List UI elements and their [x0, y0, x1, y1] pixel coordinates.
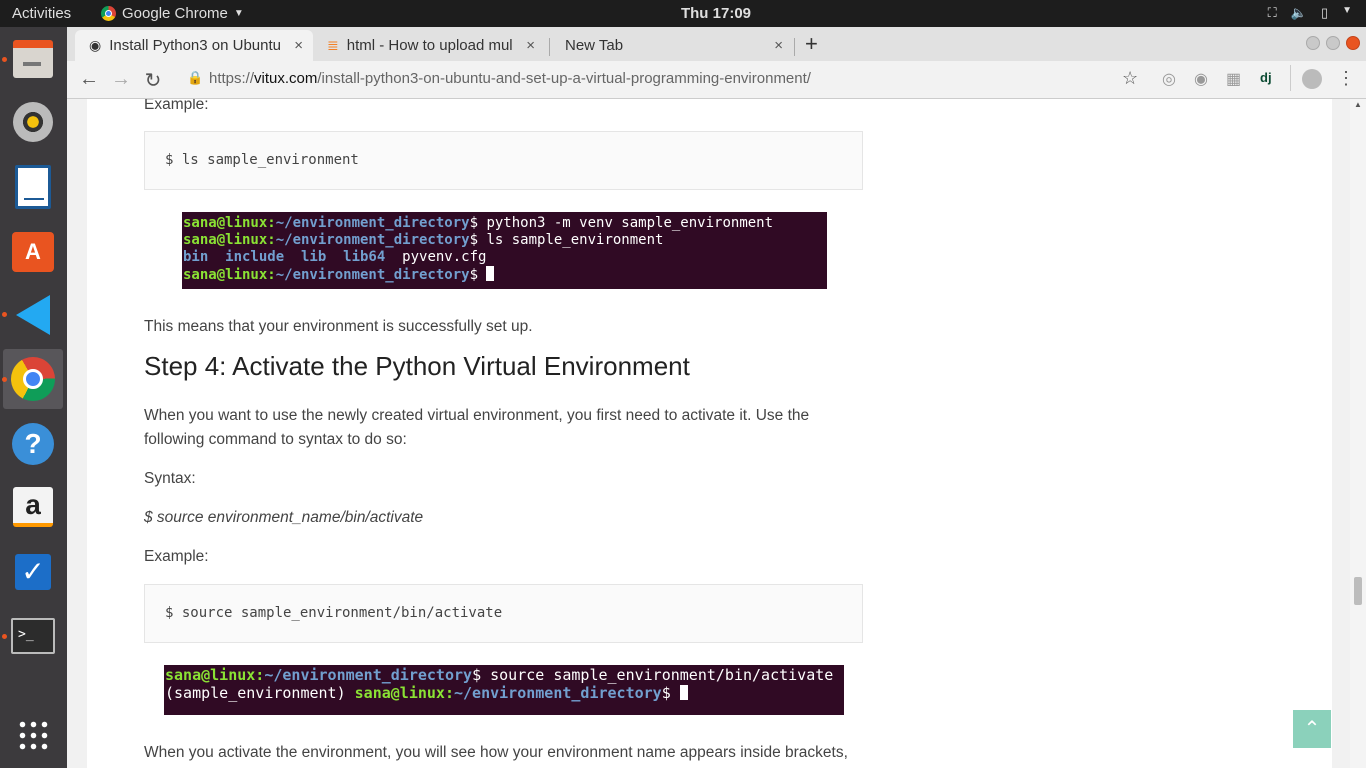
close-icon[interactable]: ×: [774, 37, 783, 54]
dock-chrome[interactable]: [3, 349, 63, 409]
url-scheme: https://: [209, 70, 255, 87]
new-tab-button[interactable]: +: [805, 31, 818, 57]
tab-title: Install Python3 on Ubuntu: [109, 37, 282, 54]
dock-terminal[interactable]: >_: [8, 611, 58, 661]
maximize-button[interactable]: [1326, 36, 1340, 50]
success-text: This means that your environment is succ…: [144, 318, 533, 335]
globe-icon: ◉: [89, 37, 102, 53]
software-center-icon: A: [12, 232, 54, 272]
running-indicator: [2, 57, 7, 62]
dock-software[interactable]: A: [8, 227, 58, 277]
syntax-label: Syntax:: [144, 470, 196, 487]
tab-divider: [794, 38, 795, 56]
volume-icon: 🔈: [1290, 5, 1307, 20]
todo-icon: ✓: [15, 554, 51, 590]
rhythmbox-icon: [13, 102, 53, 142]
dock-writer[interactable]: [8, 162, 58, 212]
reload-icon[interactable]: ↻: [141, 68, 165, 93]
scrollbar-thumb[interactable]: [1354, 577, 1362, 605]
file-cabinet-icon: [13, 40, 53, 78]
dock: A ? a ✓ >_: [0, 27, 67, 768]
extension-icon[interactable]: ▦: [1226, 69, 1241, 89]
running-indicator: [2, 634, 7, 639]
syntax-text: $ source environment_name/bin/activate: [144, 509, 424, 526]
tab-html-upload[interactable]: ≣ html - How to upload mul ×: [319, 30, 545, 61]
dock-help[interactable]: ?: [8, 419, 58, 469]
example-label: Example:: [144, 548, 209, 565]
extension-icon[interactable]: ◉: [1194, 69, 1208, 89]
url-host: vitux.com: [254, 70, 318, 87]
battery-icon: ▯: [1320, 5, 1329, 20]
dock-amazon[interactable]: a: [8, 482, 58, 532]
profile-avatar-icon[interactable]: [1302, 69, 1322, 89]
close-icon[interactable]: ×: [294, 37, 303, 54]
toolbar-divider: [1290, 65, 1291, 91]
chrome-icon: [11, 357, 55, 401]
vscode-icon: [16, 295, 50, 335]
network-icon: ⛶: [1267, 5, 1277, 20]
terminal-screenshot: sana@linux:~/environment_directory$ pyth…: [182, 212, 827, 289]
code-block: $ ls sample_environment: [144, 131, 863, 190]
app-grid-icon: [17, 719, 49, 751]
star-bookmark-icon[interactable]: ☆: [1122, 68, 1138, 89]
running-indicator: [2, 377, 7, 382]
django-extension-icon[interactable]: dj: [1260, 70, 1272, 85]
code-block: $ source sample_environment/bin/activate: [144, 584, 863, 643]
dock-rhythmbox[interactable]: [8, 97, 58, 147]
scrollbar[interactable]: ▲: [1350, 99, 1366, 768]
step4-intro: When you want to use the newly created v…: [144, 407, 810, 448]
forward-arrow-icon[interactable]: →: [109, 68, 133, 91]
tab-divider: [549, 38, 550, 56]
dock-show-apps[interactable]: [8, 710, 58, 760]
tab-title: New Tab: [565, 37, 624, 54]
dock-files[interactable]: [8, 34, 58, 84]
url-path: /install-python3-on-ubuntu-and-set-up-a-…: [317, 70, 811, 87]
clock[interactable]: Thu 17:09: [0, 5, 1366, 22]
article-column: Example: $ ls sample_environment sana@li…: [87, 99, 1332, 768]
web-page: Example: $ ls sample_environment sana@li…: [67, 99, 1350, 768]
amazon-icon: a: [13, 487, 53, 527]
tab-strip: ◉ Install Python3 on Ubuntu × ≣ html - H…: [67, 27, 1366, 61]
tab-title: html - How to upload mul: [346, 37, 513, 54]
dock-todo[interactable]: ✓: [8, 547, 58, 597]
chevron-down-icon: ▼: [1342, 5, 1352, 16]
running-indicator: [2, 312, 7, 317]
terminal-screenshot: sana@linux:~/environment_directory$ sour…: [164, 665, 844, 715]
extension-icon[interactable]: ◎: [1162, 69, 1176, 89]
system-top-bar: Activities Google Chrome ▼ Thu 17:09 ⛶ 🔈…: [0, 0, 1366, 27]
example-label: Example:: [144, 99, 209, 113]
tab-new-tab[interactable]: New Tab ×: [555, 30, 793, 61]
browser-toolbar: ← → ↻ 🔒 https://vitux.com/install-python…: [67, 61, 1366, 99]
dock-vscode[interactable]: [8, 290, 58, 340]
address-bar[interactable]: https://vitux.com/install-python3-on-ubu…: [209, 70, 811, 87]
window-close-button[interactable]: [1346, 36, 1360, 50]
close-icon[interactable]: ×: [526, 37, 535, 54]
back-arrow-icon[interactable]: ←: [77, 68, 101, 91]
activation-text: When you activate the environment, you w…: [144, 744, 848, 761]
stackoverflow-icon: ≣: [327, 37, 339, 53]
terminal-icon: >_: [11, 618, 55, 654]
back-to-top-button[interactable]: ⌃: [1293, 710, 1331, 748]
lock-icon: 🔒: [187, 70, 204, 85]
minimize-button[interactable]: [1306, 36, 1320, 50]
writer-icon: [15, 165, 51, 209]
tab-install-python3[interactable]: ◉ Install Python3 on Ubuntu ×: [75, 30, 313, 61]
menu-kebab-icon[interactable]: ⋮: [1337, 68, 1355, 89]
help-icon: ?: [12, 423, 54, 465]
system-tray[interactable]: ⛶ 🔈 ▯ ▼: [1268, 5, 1352, 21]
step4-heading: Step 4: Activate the Python Virtual Envi…: [144, 351, 690, 381]
scroll-up-arrow-icon[interactable]: ▲: [1354, 100, 1362, 109]
